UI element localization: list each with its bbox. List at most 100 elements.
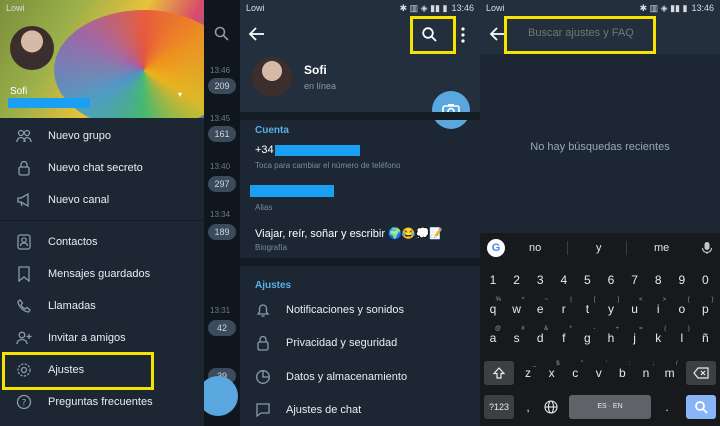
- search-icon[interactable]: [214, 26, 230, 42]
- period-key[interactable]: .: [656, 395, 678, 419]
- set-photo-button[interactable]: [432, 91, 470, 129]
- backspace-key[interactable]: [686, 361, 716, 385]
- menu-item-invite-friends[interactable]: Invitar a amigos: [0, 323, 204, 353]
- key-w[interactable]: w ^: [506, 297, 528, 321]
- key-label: t: [585, 302, 590, 316]
- key-hint: {: [687, 297, 690, 303]
- key-ñ[interactable]: ñ: [694, 326, 716, 350]
- key-f[interactable]: f *: [553, 326, 575, 350]
- key-v[interactable]: v ': [588, 361, 610, 385]
- space-key[interactable]: ES · EN: [569, 395, 651, 419]
- menu-item-label: Nuevo chat secreto: [48, 162, 143, 174]
- key-j[interactable]: j =: [624, 326, 646, 350]
- key-o[interactable]: o{: [671, 297, 693, 321]
- key-z[interactable]: z _: [517, 361, 539, 385]
- compose-fab[interactable]: [198, 376, 238, 416]
- avatar[interactable]: [252, 57, 292, 97]
- symbols-key[interactable]: ?123: [484, 395, 514, 419]
- back-arrow-icon[interactable]: [490, 26, 506, 42]
- profile-name: Sofi: [304, 63, 327, 77]
- bottom-row: ?123 , ES · EN .: [480, 393, 720, 421]
- key-8[interactable]: 8: [647, 268, 669, 292]
- key-hint: $: [556, 361, 560, 367]
- unread-badge: 297: [208, 176, 236, 192]
- key-n[interactable]: n;: [635, 361, 657, 385]
- suggestion[interactable]: no: [529, 242, 541, 254]
- key-5[interactable]: 5: [576, 268, 598, 292]
- key-3[interactable]: 3: [529, 268, 551, 292]
- settings-item-label: Datos y almacenamiento: [286, 371, 408, 383]
- chevron-down-icon[interactable]: ▾: [178, 90, 182, 99]
- key-label: ñ: [702, 331, 709, 345]
- key-label: u: [631, 302, 638, 316]
- key-t[interactable]: t[: [576, 297, 598, 321]
- key-e[interactable]: e ~: [529, 297, 551, 321]
- avatar[interactable]: [10, 26, 54, 70]
- key-r[interactable]: r |: [553, 297, 575, 321]
- shift-key[interactable]: [484, 361, 514, 385]
- key-label: j: [633, 331, 636, 345]
- menu-item-saved-messages[interactable]: Mensajes guardados: [0, 259, 204, 289]
- suggestion[interactable]: y: [596, 242, 602, 254]
- menu-item-calls[interactable]: Llamadas: [0, 291, 204, 321]
- more-vert-icon[interactable]: [459, 26, 467, 44]
- key-label: f: [562, 331, 566, 345]
- key-g[interactable]: g-: [576, 326, 598, 350]
- comma-key[interactable]: ,: [518, 395, 538, 419]
- key-b[interactable]: b:: [611, 361, 633, 385]
- key-a[interactable]: a @: [482, 326, 504, 350]
- google-icon[interactable]: G: [487, 239, 505, 257]
- key-y[interactable]: y]: [600, 297, 622, 321]
- key-p[interactable]: p}: [694, 297, 716, 321]
- key-hint: ^: [521, 297, 525, 303]
- chat-list-background: 13:46 209 13:45 161 13:40 297 13:34 189 …: [198, 0, 240, 426]
- key-label: z: [525, 366, 531, 380]
- search-input[interactable]: [528, 27, 668, 39]
- key-6[interactable]: 6: [600, 268, 622, 292]
- key-4[interactable]: 4: [553, 268, 575, 292]
- settings-item-chat[interactable]: Ajustes de chat: [240, 394, 480, 426]
- microphone-icon[interactable]: [701, 241, 713, 255]
- menu-item-new-channel[interactable]: Nuevo canal: [0, 185, 204, 215]
- menu-item-secret-chat[interactable]: Nuevo chat secreto: [0, 153, 204, 183]
- search-icon[interactable]: [421, 26, 439, 44]
- key-label: 4: [560, 273, 568, 287]
- key-0[interactable]: 0: [694, 268, 716, 292]
- key-k[interactable]: k(: [647, 326, 669, 350]
- menu-item-settings[interactable]: Ajustes: [0, 355, 204, 385]
- clock: 13:46: [691, 3, 714, 13]
- back-arrow-icon[interactable]: [248, 26, 268, 42]
- key-u[interactable]: u <: [624, 297, 646, 321]
- key-c[interactable]: c ": [564, 361, 586, 385]
- settings-item-data[interactable]: Datos y almacenamiento: [240, 361, 480, 393]
- add-person-icon: [0, 331, 48, 345]
- key-7[interactable]: 7: [624, 268, 646, 292]
- settings-item-privacy[interactable]: Privacidad y seguridad: [240, 327, 480, 359]
- key-x[interactable]: x $: [541, 361, 563, 385]
- menu-item-faq[interactable]: ? Preguntas frecuentes: [0, 387, 204, 417]
- key-q[interactable]: q%: [482, 297, 504, 321]
- menu-item-new-group[interactable]: Nuevo grupo: [0, 121, 204, 151]
- key-m[interactable]: m /: [659, 361, 681, 385]
- key-1[interactable]: 1: [482, 268, 504, 292]
- letter-row-3: z _ x $ c " v ' b: n; m /: [480, 359, 720, 387]
- key-label: r: [561, 302, 566, 316]
- key-d[interactable]: d &: [529, 326, 551, 350]
- settings-item-notifications[interactable]: Notificaciones y sonidos: [240, 294, 480, 326]
- language-key[interactable]: [540, 395, 562, 419]
- unread-badge: 189: [208, 224, 236, 240]
- menu-item-contacts[interactable]: Contactos: [0, 227, 204, 257]
- key-h[interactable]: h +: [600, 326, 622, 350]
- key-2[interactable]: 2: [506, 268, 528, 292]
- lock-icon: [240, 335, 286, 351]
- key-i[interactable]: i >: [647, 297, 669, 321]
- chat-time: 13:40: [210, 162, 231, 171]
- key-l[interactable]: l): [671, 326, 693, 350]
- key-hint: +: [615, 326, 619, 332]
- search-key[interactable]: [686, 395, 716, 419]
- suggestion[interactable]: me: [654, 242, 669, 254]
- key-9[interactable]: 9: [671, 268, 693, 292]
- carrier-label: Lowi: [486, 3, 505, 13]
- menu-item-label: Preguntas frecuentes: [48, 396, 153, 408]
- key-s[interactable]: s #: [506, 326, 528, 350]
